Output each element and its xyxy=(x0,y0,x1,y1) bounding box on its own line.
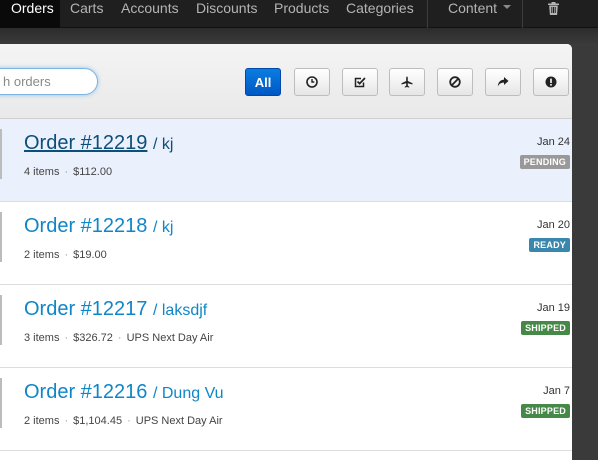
meta-separator: · xyxy=(64,249,69,261)
nav-orders-label: Orders xyxy=(11,0,54,16)
order-row[interactable]: Order #12218 / kj 2 items · $19.00 Jan 20 … xyxy=(0,202,572,285)
order-customer: / kj xyxy=(152,136,174,153)
clock-icon xyxy=(306,76,318,88)
order-number-link[interactable]: Order #12216 xyxy=(24,381,147,403)
nav-accounts[interactable]: Accounts xyxy=(121,0,179,28)
order-total: $112.00 xyxy=(73,166,113,178)
orders-panel: All Order #12219 / kj 4 items·$112.00 Ja xyxy=(0,44,572,460)
meta-separator: · xyxy=(127,415,131,427)
nav-products[interactable]: Products xyxy=(274,0,329,28)
meta-separator: · xyxy=(64,415,69,427)
order-meta: 4 items · $112.00 xyxy=(24,166,112,178)
order-title[interactable]: Order #12216 / Dung Vu xyxy=(24,381,224,404)
order-meta: 3 items · $326.72 · UPS Next Day Air xyxy=(24,332,213,344)
order-shipping-method: UPS Next Day Air xyxy=(135,415,223,427)
meta-separator: · xyxy=(64,166,69,178)
order-number-link[interactable]: Order #12218 xyxy=(24,215,147,237)
check-square-icon xyxy=(354,77,366,88)
filter-shipped-button[interactable] xyxy=(389,68,425,96)
filter-alert-button[interactable] xyxy=(533,68,569,96)
order-item-count: 3 items xyxy=(24,332,60,344)
order-row[interactable]: Order #12219 / kj 4 items · $112.00 Jan 24… xyxy=(0,119,572,202)
nav-divider xyxy=(522,0,523,28)
filter-pending-button[interactable] xyxy=(294,68,330,96)
share-arrow-icon xyxy=(497,77,509,87)
order-total: $1,104.45 xyxy=(73,415,123,427)
nav-orders[interactable]: Orders xyxy=(0,0,60,28)
row-edge xyxy=(0,212,2,262)
nav-discounts-label: Discounts xyxy=(196,0,258,16)
filter-all-button[interactable]: All xyxy=(245,68,281,96)
nav-products-label: Products xyxy=(274,0,330,16)
nav-discounts[interactable]: Discounts xyxy=(196,0,257,28)
order-item-count: 2 items xyxy=(24,415,60,427)
status-badge: SHIPPED xyxy=(521,404,570,418)
order-title[interactable]: Order #12218 / kj xyxy=(24,215,173,238)
order-row[interactable]: Order #12217 / laksdjf 3 items · $326.72 · U… xyxy=(0,285,572,368)
nav-divider xyxy=(427,0,428,28)
order-date: Jan 7 xyxy=(543,385,570,397)
filter-toolbar: All xyxy=(0,44,572,119)
order-meta: 2 items · $1,104.45 · UPS Next Day Air xyxy=(24,415,223,427)
filter-all-label: All xyxy=(254,74,272,90)
meta-separator: · xyxy=(117,332,122,344)
nav-categories-label: Categories xyxy=(346,0,414,16)
filter-cancelled-button[interactable] xyxy=(437,68,473,96)
order-date: Jan 19 xyxy=(536,302,570,314)
order-item-count: 2 items xyxy=(24,249,60,261)
order-customer: / kj xyxy=(152,219,174,236)
order-date: Jan 24 xyxy=(536,136,570,148)
caret-down-icon xyxy=(503,5,512,10)
page-gutter xyxy=(572,46,598,460)
order-number-link[interactable]: Order #12219 xyxy=(24,132,147,154)
search-input[interactable] xyxy=(0,68,98,95)
ban-icon xyxy=(449,76,461,88)
order-row[interactable]: Order #12216 / Dung Vu 2 items · $1,104.45… xyxy=(0,368,572,451)
status-badge: SHIPPED xyxy=(521,321,570,335)
row-edge xyxy=(0,129,2,179)
order-number-link[interactable]: Order #12217 xyxy=(24,298,147,320)
order-total: $19.00 xyxy=(73,249,107,261)
top-navbar: Orders Carts Accounts Discounts Products… xyxy=(0,0,598,28)
trash-icon xyxy=(548,2,559,15)
order-item-count: 4 items xyxy=(24,166,60,178)
meta-separator: · xyxy=(64,332,69,344)
order-title[interactable]: Order #12217 / laksdjf xyxy=(24,298,207,321)
status-badge: PENDING xyxy=(519,155,570,169)
order-customer: / laksdjf xyxy=(152,302,208,319)
exclamation-icon xyxy=(545,76,557,88)
row-edge xyxy=(0,295,2,345)
order-date: Jan 20 xyxy=(536,219,570,231)
nav-content-dropdown[interactable]: Content xyxy=(448,0,512,28)
row-edge xyxy=(0,378,2,428)
plane-icon xyxy=(401,76,413,88)
nav-carts-label: Carts xyxy=(70,0,104,16)
order-title[interactable]: Order #12219 / kj xyxy=(24,132,173,155)
order-customer: / Dung Vu xyxy=(152,385,224,402)
filter-forwarded-button[interactable] xyxy=(485,68,521,96)
order-meta: 2 items · $19.00 xyxy=(24,249,107,261)
filter-ready-button[interactable] xyxy=(342,68,378,96)
order-shipping-method: UPS Next Day Air xyxy=(126,332,214,344)
order-total: $326.72 xyxy=(73,332,113,344)
nav-accounts-label: Accounts xyxy=(121,0,179,16)
nav-carts[interactable]: Carts xyxy=(70,0,103,28)
nav-content-label: Content xyxy=(448,0,498,16)
nav-categories[interactable]: Categories xyxy=(346,0,414,28)
status-badge: READY xyxy=(529,238,570,252)
trash-button[interactable] xyxy=(548,2,559,30)
